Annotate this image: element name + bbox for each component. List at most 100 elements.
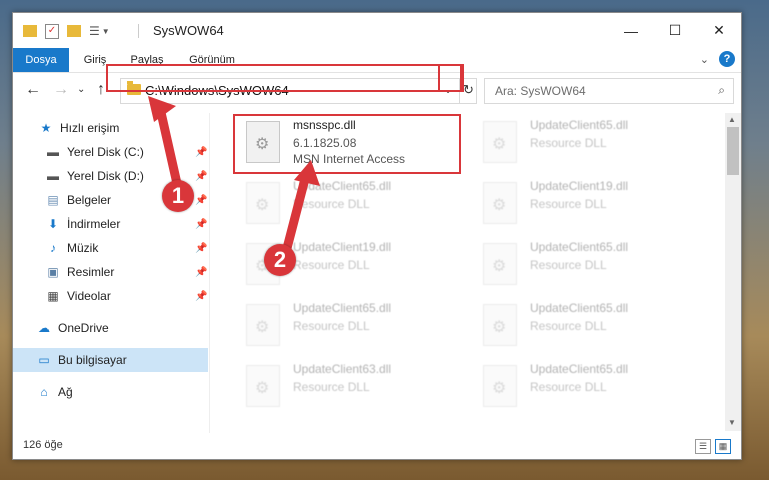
dll-file-icon <box>483 243 517 285</box>
pin-icon[interactable]: 📌 <box>195 243 207 254</box>
folder-icon[interactable] <box>23 25 37 37</box>
sidebar-item-pictures[interactable]: ▣ Resimler 📌 <box>13 260 208 284</box>
pin-icon[interactable]: 📌 <box>195 291 207 302</box>
maximize-button[interactable]: ☐ <box>653 13 697 48</box>
file-description: MSN Internet Access <box>293 152 406 166</box>
explorer-window: ✓ ☰ ▼ SysWOW64 — ☐ ✕ Dosya Giriş Paylaş … <box>12 12 742 460</box>
file-name: UpdateClient63.dll <box>293 362 392 376</box>
recent-dropdown-icon[interactable]: ⌄ <box>77 84 85 95</box>
tab-file[interactable]: Dosya <box>13 48 69 72</box>
pin-icon[interactable]: 📌 <box>195 219 207 230</box>
address-row: ← → ⌄ ↑ C:\Windows\SysWOW64 ⌄ ↻ Ara: Sys… <box>13 73 741 107</box>
sidebar-item-label: Resimler <box>67 265 115 279</box>
file-item[interactable]: UpdateClient65.dll Resource DLL <box>238 176 468 234</box>
sidebar-item-label: İndirmeler <box>67 217 121 231</box>
tab-home[interactable]: Giriş <box>75 48 115 72</box>
file-description: Resource DLL <box>530 319 607 333</box>
file-name: UpdateClient19.dll <box>530 179 629 193</box>
computer-icon: ▭ <box>38 353 50 367</box>
details-view-icon[interactable]: ☰ <box>695 439 711 454</box>
dll-file-icon <box>483 182 517 224</box>
cloud-icon: ☁ <box>38 321 50 335</box>
pane-divider[interactable] <box>209 113 210 433</box>
close-button[interactable]: ✕ <box>697 13 741 48</box>
drive-icon: ▬ <box>47 169 59 183</box>
sidebar-item-downloads[interactable]: ⬇ İndirmeler 📌 <box>13 212 208 236</box>
minimize-button[interactable]: — <box>609 13 653 48</box>
file-description: Resource DLL <box>530 258 607 272</box>
dll-file-icon <box>246 365 280 407</box>
search-placeholder: Ara: SysWOW64 <box>495 84 586 98</box>
vertical-scrollbar[interactable]: ▲ ▼ <box>725 113 741 431</box>
address-bar[interactable]: C:\Windows\SysWOW64 ⌄ ↻ <box>120 78 477 104</box>
file-name: UpdateClient65.dll <box>293 179 392 193</box>
file-item[interactable]: UpdateClient65.dll Resource DLL <box>238 298 468 356</box>
file-item[interactable]: UpdateClient65.dll Resource DLL <box>475 359 705 417</box>
documents-icon: ▤ <box>47 193 59 207</box>
sidebar-item-network[interactable]: ⌂ Ağ <box>13 380 208 404</box>
pin-icon[interactable]: 📌 <box>195 147 207 158</box>
tab-share[interactable]: Paylaş <box>123 48 171 72</box>
step-marker-1: 1 <box>162 180 194 212</box>
sidebar-item-videos[interactable]: ▦ Videolar 📌 <box>13 284 208 308</box>
new-folder-icon[interactable] <box>67 25 81 37</box>
pin-icon[interactable]: 📌 <box>195 195 207 206</box>
pin-icon[interactable]: 📌 <box>195 267 207 278</box>
step-marker-2: 2 <box>264 244 296 276</box>
ribbon-controls: ⌄ ? <box>700 51 735 67</box>
file-name: msnsspc.dll <box>293 118 356 132</box>
sidebar-item-quick-access[interactable]: ★ Hızlı erişim <box>13 116 208 140</box>
customize-dropdown-icon[interactable]: ▼ <box>102 27 110 36</box>
scroll-down-icon[interactable]: ▼ <box>728 418 736 427</box>
file-name: UpdateClient65.dll <box>293 301 392 315</box>
address-path[interactable]: C:\Windows\SysWOW64 <box>145 83 289 98</box>
file-version: 6.1.1825.08 <box>293 136 357 150</box>
search-input[interactable]: Ara: SysWOW64 ⌕ <box>484 78 734 104</box>
sidebar-item-label: Belgeler <box>67 193 112 207</box>
file-item[interactable]: UpdateClient63.dll Resource DLL <box>238 359 468 417</box>
forward-arrow-icon[interactable]: → <box>53 81 69 99</box>
tab-view[interactable]: Görünüm <box>179 48 245 72</box>
tiles-view-icon[interactable]: ▦ <box>715 439 731 454</box>
sidebar-item-label: Hızlı erişim <box>60 121 120 135</box>
file-item-msnsspc[interactable]: msnsspc.dll 6.1.1825.08 MSN Internet Acc… <box>238 115 468 173</box>
dll-file-icon <box>483 365 517 407</box>
file-item[interactable]: UpdateClient19.dll Resource DLL <box>475 176 705 234</box>
file-description: Resource DLL <box>530 380 607 394</box>
dll-file-icon <box>246 182 280 224</box>
sidebar-item-onedrive[interactable]: ☁ OneDrive <box>13 316 208 340</box>
ribbon: Dosya Giriş Paylaş Görünüm ⌄ ? <box>13 48 741 73</box>
file-item[interactable]: UpdateClient65.dll Resource DLL <box>475 298 705 356</box>
file-item[interactable]: UpdateClient65.dll Resource DLL <box>475 115 705 173</box>
pin-icon[interactable]: 📌 <box>195 171 207 182</box>
music-icon: ♪ <box>50 241 56 255</box>
file-name: UpdateClient19.dll <box>293 240 392 254</box>
view-list-icon[interactable]: ☰ <box>89 24 100 38</box>
title-separator <box>138 24 139 38</box>
file-description: Resource DLL <box>293 380 370 394</box>
sidebar-item-label: Bu bilgisayar <box>58 353 127 367</box>
refresh-icon[interactable]: ↻ <box>459 79 477 103</box>
sidebar-item-disk-c[interactable]: ▬ Yerel Disk (C:) 📌 <box>13 140 208 164</box>
up-arrow-icon[interactable]: ↑ <box>97 81 105 99</box>
file-description: Resource DLL <box>530 197 607 211</box>
expand-ribbon-icon[interactable]: ⌄ <box>700 53 709 66</box>
chevron-down-icon[interactable]: ⌄ <box>443 82 453 96</box>
help-icon[interactable]: ? <box>719 51 735 67</box>
quick-access-toolbar: ✓ ☰ ▼ <box>23 23 110 39</box>
folder-icon <box>127 81 141 95</box>
file-name: UpdateClient65.dll <box>530 362 629 376</box>
sidebar-item-label: Müzik <box>67 241 99 255</box>
properties-icon[interactable]: ✓ <box>45 23 59 39</box>
file-description: Resource DLL <box>293 319 370 333</box>
sidebar-item-label: Yerel Disk (D:) <box>67 169 144 183</box>
sidebar-item-music[interactable]: ♪ Müzik 📌 <box>13 236 208 260</box>
sidebar-item-this-pc[interactable]: ▭ Bu bilgisayar <box>13 348 208 372</box>
network-icon: ⌂ <box>40 385 48 399</box>
scroll-up-icon[interactable]: ▲ <box>728 115 736 124</box>
scrollbar-thumb[interactable] <box>727 127 739 175</box>
sidebar-item-label: OneDrive <box>58 321 109 335</box>
back-arrow-icon[interactable]: ← <box>25 81 41 99</box>
sidebar-item-label: Videolar <box>67 289 111 303</box>
file-item[interactable]: UpdateClient65.dll Resource DLL <box>475 237 705 295</box>
